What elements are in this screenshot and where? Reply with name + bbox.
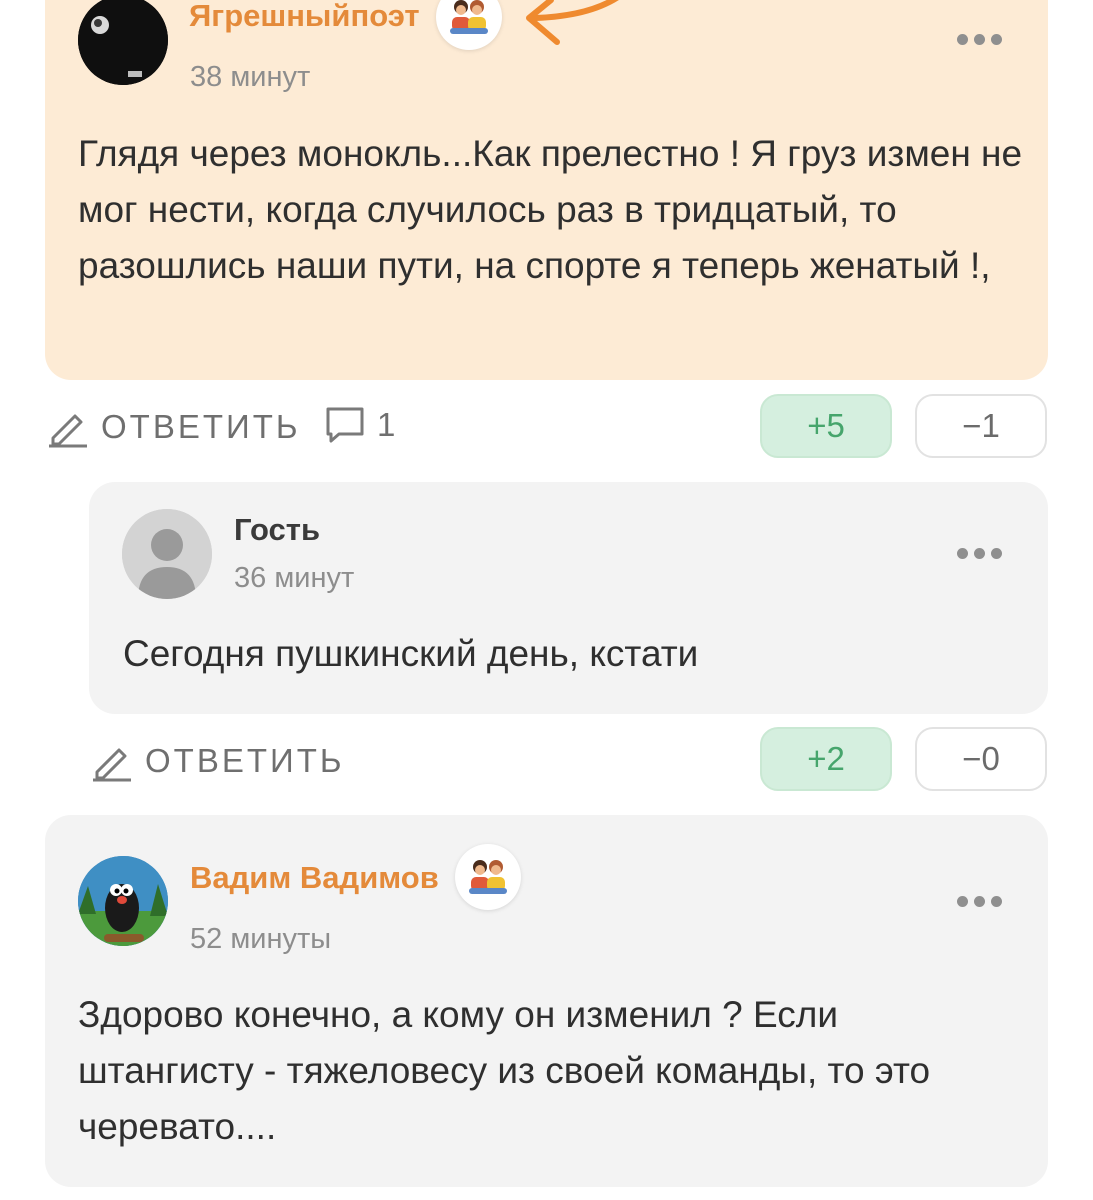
dot (991, 548, 1002, 559)
comment-time: 38 минут (190, 61, 311, 93)
comment-author[interactable]: Гость (234, 512, 320, 548)
speech-bubble-icon (326, 407, 364, 443)
dot (974, 34, 985, 45)
replies-count: 1 (377, 406, 396, 443)
reply-label: ОТВЕТИТЬ (101, 408, 301, 445)
upvote-button[interactable]: +2 (760, 727, 892, 791)
more-options-button[interactable] (957, 34, 1002, 45)
reply-button[interactable]: ОТВЕТИТЬ (91, 740, 345, 782)
guest-avatar[interactable] (122, 509, 212, 599)
comment-text: Сегодня пушкинский день, кстати (123, 633, 699, 674)
mole-avatar-image (78, 856, 168, 946)
comment-author[interactable]: Ягрешныйпоэт (189, 0, 420, 34)
avatar[interactable] (78, 856, 168, 946)
downvote-button[interactable]: −0 (915, 727, 1047, 791)
dot (957, 34, 968, 45)
friends-badge-icon[interactable] (455, 844, 521, 910)
friends-icon (450, 0, 488, 34)
pencil-icon (49, 414, 87, 448)
comment-text: Здорово конечно, а кому он изменил ? Есл… (78, 994, 931, 1147)
dot (991, 34, 1002, 45)
comment-time: 36 минут (234, 562, 355, 594)
friends-icon (469, 860, 507, 894)
replies-count-button[interactable]: 1 (325, 406, 395, 444)
comment-text: Глядя через монокль...Как прелестно ! Я … (78, 133, 1023, 286)
user-placeholder-icon (122, 509, 212, 599)
reply-button[interactable]: ОТВЕТИТЬ (47, 406, 301, 448)
comments-page: Ягрешныйпоэт 38 минут Глядя через монокл… (0, 0, 1093, 1200)
arrow-annotation-icon (526, 0, 619, 45)
more-options-button[interactable] (957, 548, 1002, 559)
comment-author[interactable]: Вадим Вадимов (190, 860, 439, 896)
dot (974, 548, 985, 559)
upvote-button[interactable]: +5 (760, 394, 892, 458)
more-options-button[interactable] (957, 896, 1002, 907)
downvote-button[interactable]: −1 (915, 394, 1047, 458)
dot (957, 548, 968, 559)
dot (957, 896, 968, 907)
pencil-icon (93, 748, 131, 782)
dot (991, 896, 1002, 907)
comment-time: 52 минуты (190, 923, 332, 955)
dot (974, 896, 985, 907)
reply-label: ОТВЕТИТЬ (145, 742, 345, 779)
